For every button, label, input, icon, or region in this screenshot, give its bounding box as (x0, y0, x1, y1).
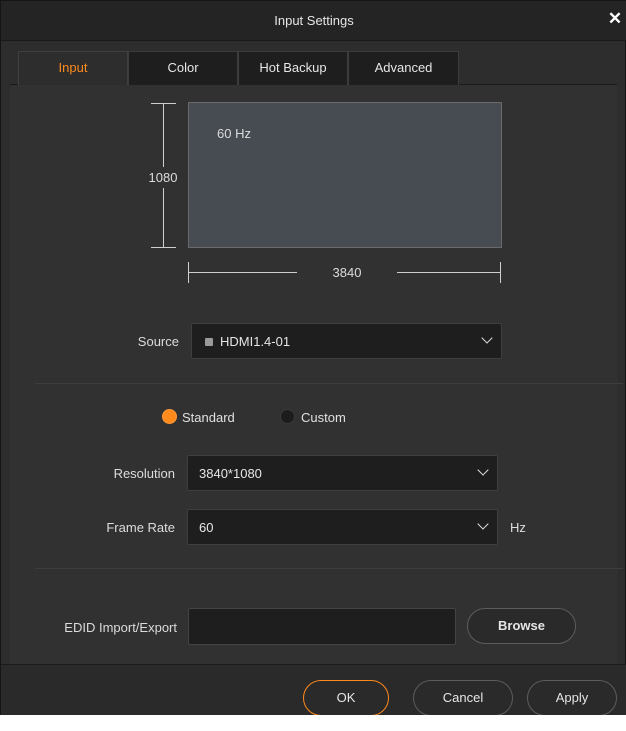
chevron-down-icon (481, 332, 493, 344)
edid-path-field[interactable] (188, 608, 456, 645)
tab-bar: Input Color Hot Backup Advanced (10, 51, 617, 85)
resolution-preview (188, 102, 502, 248)
source-value: HDMI1.4-01 (220, 334, 291, 349)
cancel-button[interactable]: Cancel (413, 680, 513, 716)
resolution-label: Resolution (113, 466, 175, 481)
frame-rate-value: 60 (199, 520, 214, 535)
tab-advanced[interactable]: Advanced (348, 51, 459, 85)
close-icon[interactable]: ✕ (605, 9, 625, 29)
custom-radio-label[interactable]: Custom (301, 410, 346, 425)
source-label: Source (137, 334, 179, 349)
standard-radio[interactable] (162, 409, 177, 424)
section-divider (35, 568, 623, 569)
resolution-select[interactable]: 3840*1080 (187, 455, 498, 491)
source-status-icon (205, 338, 213, 346)
height-dimension-cap-bottom (151, 247, 176, 248)
title-bar[interactable]: Input Settings ✕ (1, 1, 626, 41)
standard-radio-label[interactable]: Standard (182, 410, 235, 425)
section-divider (35, 383, 623, 384)
frame-rate-select[interactable]: 60 (187, 509, 498, 545)
tab-color[interactable]: Color (128, 51, 238, 85)
width-dimension-cap-right (500, 262, 501, 283)
preview-height: 1080 (141, 167, 185, 188)
chevron-down-icon (477, 464, 489, 476)
frame-rate-unit: Hz (510, 520, 526, 535)
width-dimension-cap-left (188, 262, 189, 283)
window-bottom-margin (0, 715, 626, 731)
chevron-down-icon (477, 518, 489, 530)
dialog-title: Input Settings (274, 13, 354, 28)
input-settings-dialog: Input Settings ✕ Input Color Hot Backup … (0, 0, 626, 716)
ok-button[interactable]: OK (303, 680, 389, 716)
apply-button[interactable]: Apply (527, 680, 617, 716)
resolution-value: 3840*1080 (199, 466, 262, 481)
browse-button[interactable]: Browse (467, 608, 576, 644)
tab-input[interactable]: Input (18, 51, 128, 85)
preview-width: 3840 (297, 265, 397, 280)
edid-label: EDID Import/Export (64, 620, 177, 635)
dialog-footer: OK Cancel Apply (1, 664, 626, 716)
preview-frequency: 60 Hz (217, 126, 251, 141)
height-dimension-cap-top (151, 103, 176, 104)
custom-radio[interactable] (280, 409, 295, 424)
source-select[interactable]: HDMI1.4-01 (191, 323, 502, 359)
frame-rate-label: Frame Rate (106, 520, 175, 535)
tab-hot-backup[interactable]: Hot Backup (238, 51, 348, 85)
